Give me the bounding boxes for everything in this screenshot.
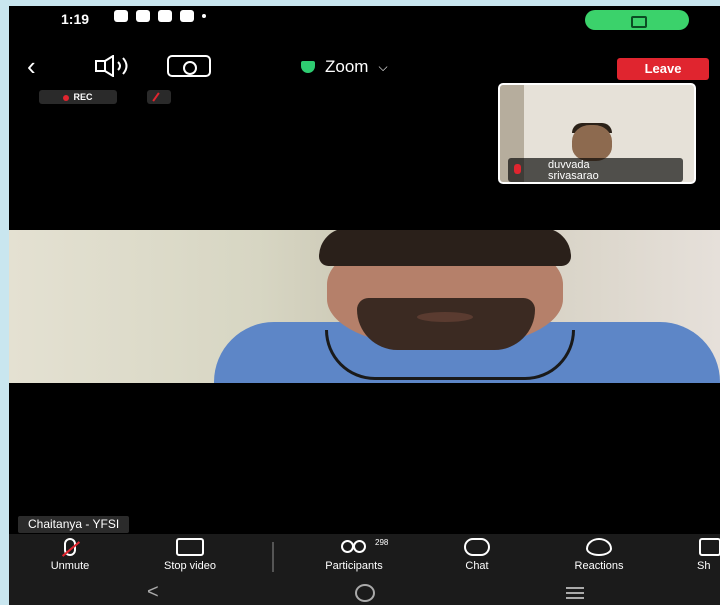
participants-count-badge: 298 [375, 538, 389, 547]
nav-back-icon[interactable]: < [147, 582, 159, 602]
meeting-toolbar: Unmute Stop video Participants Chat Reac… [9, 534, 720, 580]
chat-label: Chat [465, 560, 489, 572]
share-icon [699, 538, 720, 556]
whatsapp-icon [136, 10, 150, 22]
video-camera-icon [176, 538, 204, 556]
message-icon [114, 10, 128, 22]
heart-icon [586, 538, 612, 556]
status-bar: 1:19 [9, 6, 720, 32]
phone-screen: 1:19 ‹ Zoom ⌵ Leave REC duvvada srivasar… [9, 6, 720, 605]
people-icon [341, 538, 367, 556]
nav-home-icon[interactable] [355, 584, 375, 602]
status-time: 1:19 [61, 11, 90, 27]
meeting-title-label: Zoom [325, 57, 369, 76]
stop-video-button[interactable]: Stop video [144, 538, 236, 578]
participant-face [572, 125, 612, 161]
video-hair [319, 230, 571, 266]
chevron-down-icon: ⌵ [378, 59, 388, 74]
share-label: Sh [697, 560, 711, 572]
mic-muted-badge [147, 90, 171, 104]
thumbnail-nameplate: duvvada srivasarao [508, 158, 683, 182]
leave-button[interactable]: Leave [617, 58, 709, 80]
toolbar-divider [272, 542, 274, 572]
main-speaker-video[interactable] [9, 230, 720, 383]
shield-icon [301, 61, 315, 73]
unmute-label: Unmute [50, 560, 90, 572]
android-nav-bar: < [9, 580, 720, 605]
speaker-icon[interactable] [94, 55, 134, 77]
active-speaker-name: Chaitanya - YFSI [18, 516, 130, 533]
reactions-button[interactable]: Reactions [553, 538, 645, 578]
participant-thumbnail[interactable]: duvvada srivasarao [498, 83, 696, 184]
reactions-label: Reactions [574, 560, 624, 572]
phone-icon [180, 10, 194, 22]
chat-button[interactable]: Chat [449, 538, 505, 578]
meeting-top-bar: ‹ Zoom ⌵ Leave [9, 49, 720, 85]
nav-recents-icon[interactable] [566, 587, 584, 599]
video-earphone-cord [325, 330, 575, 380]
recording-badge[interactable]: REC [39, 90, 117, 104]
meeting-title[interactable]: Zoom ⌵ [301, 57, 388, 77]
camera-switch-icon[interactable] [167, 55, 211, 77]
mic-muted-icon [514, 164, 521, 174]
participants-button[interactable]: Participants [299, 538, 409, 578]
camera-in-use-icon [631, 16, 647, 28]
thumbnail-participant-name: duvvada srivasarao [548, 159, 599, 182]
participants-label: Participants [325, 560, 383, 572]
mic-muted-icon [64, 538, 76, 556]
share-button[interactable]: Sh [697, 538, 720, 578]
back-chevron-icon[interactable]: ‹ [27, 53, 36, 79]
more-dot-icon [202, 14, 206, 18]
video-mouth [417, 312, 473, 322]
stop-video-label: Stop video [164, 560, 216, 572]
mail-icon [158, 10, 172, 22]
notification-icons [114, 10, 206, 22]
unmute-button[interactable]: Unmute [35, 538, 105, 578]
chat-icon [464, 538, 490, 556]
ongoing-call-pill[interactable] [585, 10, 689, 30]
